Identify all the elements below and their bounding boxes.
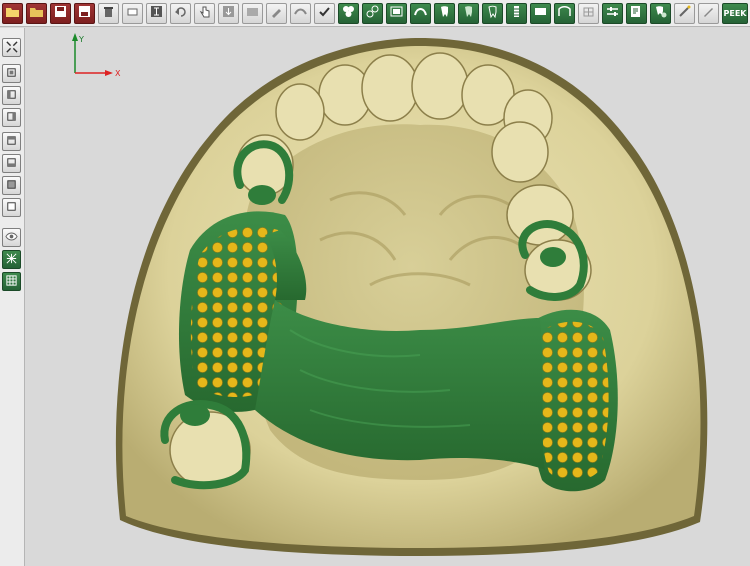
pen-button[interactable] — [698, 2, 719, 24]
save-button[interactable] — [50, 2, 71, 24]
tooth-grid-icon — [581, 4, 596, 23]
clasp-icon — [341, 4, 356, 23]
brush-icon — [269, 4, 284, 23]
major-connector-button[interactable] — [530, 2, 551, 24]
surface-icon — [245, 4, 260, 23]
open-folder-icon — [5, 4, 20, 23]
tooth-grid-button[interactable] — [578, 2, 599, 24]
clasp-button[interactable] — [338, 2, 359, 24]
eye-icon — [5, 228, 18, 247]
view-left-icon — [5, 108, 18, 127]
folder-icon — [29, 4, 44, 23]
dental-model-view[interactable] — [25, 28, 750, 566]
export-icon — [629, 4, 644, 23]
view-iso-button[interactable] — [2, 198, 21, 217]
finish-line-icon — [557, 4, 572, 23]
eye-button[interactable] — [2, 228, 21, 247]
fit-view-icon — [5, 38, 18, 57]
select-hand-icon — [197, 4, 212, 23]
checkmark-icon — [317, 4, 332, 23]
tooth-export-button[interactable] — [650, 2, 671, 24]
tooth-icon — [437, 4, 452, 23]
undo-icon — [173, 4, 188, 23]
wireframe-button[interactable] — [2, 250, 21, 269]
folder-button[interactable] — [26, 2, 47, 24]
surface-button[interactable] — [242, 2, 263, 24]
arch-button[interactable] — [410, 2, 431, 24]
trash-icon — [101, 4, 116, 23]
eraser-button[interactable] — [122, 2, 143, 24]
smooth-icon — [293, 4, 308, 23]
frame-button[interactable] — [386, 2, 407, 24]
brush-button[interactable] — [266, 2, 287, 24]
major-connector-icon — [533, 4, 548, 23]
right-retention-dots — [538, 321, 609, 481]
view-back-button[interactable] — [2, 86, 21, 105]
finish-line-button[interactable] — [554, 2, 575, 24]
export-button[interactable] — [626, 2, 647, 24]
view-top-icon — [5, 154, 18, 173]
pen-icon — [701, 4, 716, 23]
3d-viewport[interactable]: Y X — [25, 28, 750, 566]
save-as-icon — [77, 4, 92, 23]
checkmark-button[interactable] — [314, 2, 335, 24]
mesh-strip-icon — [509, 4, 524, 23]
grid-icon — [5, 272, 18, 291]
connector-icon — [365, 4, 380, 23]
connector-button[interactable] — [362, 2, 383, 24]
calibrate-icon — [605, 4, 620, 23]
view-bottom-icon — [5, 176, 18, 195]
tooth-export-icon — [653, 4, 668, 23]
peek-button[interactable]: PEEK — [722, 2, 748, 24]
view-iso-icon — [5, 198, 18, 217]
view-top-button[interactable] — [2, 154, 21, 173]
save-as-button[interactable] — [74, 2, 95, 24]
tooth-button[interactable] — [434, 2, 455, 24]
frame-icon — [389, 4, 404, 23]
undo-button[interactable] — [170, 2, 191, 24]
save-icon — [53, 4, 68, 23]
view-front-button[interactable] — [2, 64, 21, 83]
import-icon — [221, 4, 236, 23]
grid-button[interactable] — [2, 272, 21, 291]
view-bottom-button[interactable] — [2, 176, 21, 195]
text-cursor-button[interactable] — [146, 2, 167, 24]
main-toolbar: PEEK — [0, 0, 750, 27]
import-button[interactable] — [218, 2, 239, 24]
eraser-icon — [125, 4, 140, 23]
tooth-alt-icon — [461, 4, 476, 23]
trash-button[interactable] — [98, 2, 119, 24]
text-cursor-icon — [149, 4, 164, 23]
tooth-outline-button[interactable] — [482, 2, 503, 24]
tooth-outline-icon — [485, 4, 500, 23]
open-folder-button[interactable] — [2, 2, 23, 24]
select-hand-button[interactable] — [194, 2, 215, 24]
view-left-button[interactable] — [2, 108, 21, 127]
view-sidebar — [0, 28, 25, 566]
view-right-button[interactable] — [2, 132, 21, 151]
fit-view-button[interactable] — [2, 38, 21, 57]
tooth-alt-button[interactable] — [458, 2, 479, 24]
mesh-strip-button[interactable] — [506, 2, 527, 24]
wand-button[interactable] — [674, 2, 695, 24]
wand-icon — [677, 4, 692, 23]
wireframe-icon — [5, 250, 18, 269]
view-front-icon — [5, 64, 18, 83]
smooth-button[interactable] — [290, 2, 311, 24]
arch-icon — [413, 4, 428, 23]
view-back-icon — [5, 86, 18, 105]
calibrate-button[interactable] — [602, 2, 623, 24]
view-right-icon — [5, 132, 18, 151]
